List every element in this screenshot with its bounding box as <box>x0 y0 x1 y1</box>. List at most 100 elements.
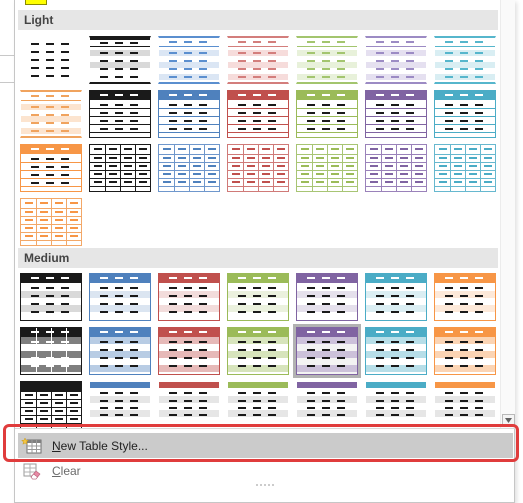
col-rule <box>51 199 52 245</box>
cell-dash <box>445 407 453 409</box>
table-style-light-2-blue[interactable] <box>158 90 220 138</box>
cell-dash <box>61 43 69 45</box>
cell-dash <box>232 165 240 167</box>
header-dash <box>268 277 276 279</box>
cell-dash <box>124 173 132 175</box>
table-style-medium-3-orange[interactable] <box>434 381 496 428</box>
table-style-light-1-red[interactable] <box>227 36 289 84</box>
cell-dash <box>445 76 453 78</box>
table-style-light-1-aqua[interactable] <box>434 36 496 84</box>
cell-dash <box>238 414 246 416</box>
table-style-light-1-none[interactable] <box>20 36 82 84</box>
table-style-light-1-black[interactable] <box>89 36 151 84</box>
cell-dash <box>376 414 384 416</box>
table-style-light-2-orange[interactable] <box>20 90 82 138</box>
table-style-medium-1-red[interactable] <box>158 273 220 321</box>
new-table-style-menu-item[interactable]: New Table Style... <box>18 433 513 458</box>
table-style-medium-2-orange[interactable] <box>434 327 496 375</box>
clear-menu-item[interactable]: Clear <box>18 458 513 483</box>
cell-dash <box>31 122 39 124</box>
cell-dash <box>31 311 39 313</box>
cell-dash <box>31 51 39 53</box>
resize-grip[interactable] <box>255 484 275 486</box>
cell-dash <box>391 128 399 130</box>
cell-dash <box>460 311 468 313</box>
cell-dash <box>184 60 192 62</box>
header-dash <box>184 331 192 333</box>
table-style-medium-2-blue[interactable] <box>89 327 151 375</box>
table-style-medium-1-blue[interactable] <box>89 273 151 321</box>
table-style-medium-1-aqua[interactable] <box>365 273 427 321</box>
cell-dash <box>208 173 216 175</box>
table-style-medium-2-purple[interactable] <box>293 324 361 378</box>
cell-dash <box>400 165 408 167</box>
table-style-medium-3-blue[interactable] <box>89 381 151 428</box>
table-style-medium-2-green[interactable] <box>227 327 289 375</box>
cell-dash <box>484 173 492 175</box>
scroll-down-button[interactable] <box>502 414 515 427</box>
cell-dash <box>253 68 261 70</box>
header-dash <box>61 148 69 150</box>
table-styles-gallery: Light Medium New Table Style... Clear <box>14 0 515 503</box>
table-style-medium-1-green[interactable] <box>227 273 289 321</box>
table-style-medium-2-red[interactable] <box>158 327 220 375</box>
cell-dash <box>391 365 399 367</box>
cell-dash <box>115 287 123 289</box>
cell-dash <box>139 173 147 175</box>
row-rule <box>435 116 495 117</box>
table-style-medium-1-black[interactable] <box>20 273 82 321</box>
table-style-light-3-purple[interactable] <box>365 144 427 192</box>
cell-dash <box>115 349 123 351</box>
table-style-light-2-red[interactable] <box>227 90 289 138</box>
table-style-light-2-green[interactable] <box>296 90 358 138</box>
table-style-medium-1-orange[interactable] <box>434 273 496 321</box>
table-style-light-3-blue[interactable] <box>158 144 220 192</box>
cell-dash <box>232 173 240 175</box>
table-style-light-3-black[interactable] <box>89 144 151 192</box>
table-style-medium-2-black[interactable] <box>20 327 82 375</box>
table-style-light-1-blue[interactable] <box>158 36 220 84</box>
table-style-light-1-purple[interactable] <box>365 36 427 84</box>
table-style-light-2-aqua[interactable] <box>434 90 496 138</box>
table-style-medium-2-aqua[interactable] <box>365 327 427 375</box>
table-style-light-2-purple[interactable] <box>365 90 427 138</box>
table-style-light-3-green[interactable] <box>296 144 358 192</box>
cell-dash <box>445 349 453 351</box>
cell-dash <box>391 400 399 402</box>
table-style-light-2-black[interactable] <box>89 90 151 138</box>
cell-dash <box>475 365 483 367</box>
cell-dash <box>376 303 384 305</box>
header-dash <box>322 94 330 96</box>
cell-dash <box>307 52 315 54</box>
cell-dash <box>46 357 54 359</box>
table-style-medium-3-green[interactable] <box>227 381 289 428</box>
table-style-medium-3-black[interactable] <box>20 381 82 428</box>
table-style-medium-3-purple[interactable] <box>296 381 358 428</box>
previous-style-swatch[interactable] <box>25 0 47 5</box>
table-style-light-1-green[interactable] <box>296 36 358 84</box>
cell-dash <box>337 112 345 114</box>
header-dash <box>100 94 108 96</box>
cell-dash <box>100 407 108 409</box>
col-rule <box>36 199 37 245</box>
table-style-medium-1-purple[interactable] <box>296 273 358 321</box>
cell-dash <box>100 120 108 122</box>
table-style-light-3-red[interactable] <box>227 144 289 192</box>
header-dash <box>169 331 177 333</box>
cell-dash <box>100 287 108 289</box>
cell-dash <box>262 148 270 150</box>
vertical-scrollbar[interactable] <box>500 0 515 428</box>
table-style-light-4-orange[interactable] <box>20 198 82 246</box>
header-dash <box>61 331 69 333</box>
table-style-light-3-aqua[interactable] <box>434 144 496 192</box>
table-style-light-3-orange[interactable] <box>20 144 82 192</box>
cell-dash <box>385 157 393 159</box>
cell-dash <box>61 182 69 184</box>
table-style-medium-3-red[interactable] <box>158 381 220 428</box>
cell-dash <box>46 349 54 351</box>
cell-dash <box>307 128 315 130</box>
cell-dash <box>139 181 147 183</box>
table-style-medium-3-aqua[interactable] <box>365 381 427 428</box>
cell-dash <box>100 303 108 305</box>
cell-dash <box>70 227 78 229</box>
